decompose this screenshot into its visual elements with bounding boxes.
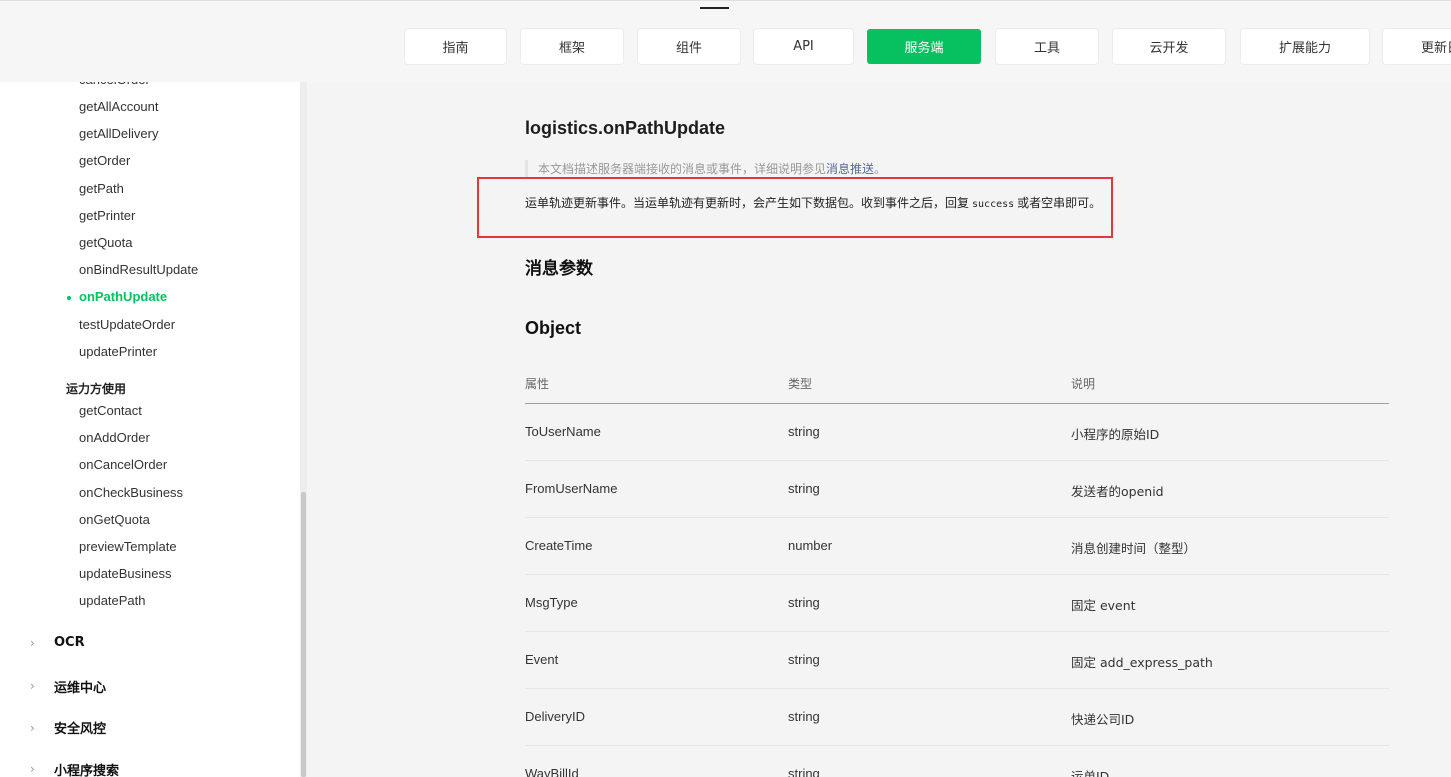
param-name: FromUserName xyxy=(525,481,618,496)
chevron-right-icon: › xyxy=(30,635,35,650)
message-push-link[interactable]: 消息推送 xyxy=(826,162,874,176)
table-row: DeliveryID string 快递公司ID xyxy=(525,689,1389,746)
params-table: 属性 类型 说明 ToUserName string 小程序的原始ID FromUse… xyxy=(525,367,1389,777)
param-desc: 消息创建时间（整型） xyxy=(1071,541,1197,556)
notice-text: 本文档描述服务器端接收的消息或事件，详细说明参见 xyxy=(538,162,827,176)
top-nav: 指南框架组件 API 服务端工具云开发扩展能力更新日 xyxy=(0,0,1451,83)
sidebar-scrollbar-thumb[interactable] xyxy=(301,492,306,777)
param-name: DeliveryID xyxy=(525,709,585,724)
sidebar-item-ongetquota[interactable]: onGetQuota xyxy=(79,512,150,527)
notice: 本文档描述服务器端接收的消息或事件，详细说明参见消息推送。 xyxy=(525,160,886,178)
table-header: 属性 类型 说明 xyxy=(525,367,1389,404)
param-type: string xyxy=(788,424,820,439)
nav-tab-7[interactable]: 扩展能力 xyxy=(1241,29,1369,64)
sidebar-item-cancelorder[interactable]: cancelOrder xyxy=(79,82,150,87)
chevron-right-icon: › xyxy=(30,679,35,693)
param-type: string xyxy=(788,709,820,724)
table-row: Event string 固定 add_express_path xyxy=(525,632,1389,689)
table-header-attr: 属性 xyxy=(525,377,550,391)
nav-tab-3[interactable]: API xyxy=(754,29,853,64)
page-title: logistics.onPathUpdate xyxy=(525,118,726,138)
nav-tab-1[interactable]: 框架 xyxy=(521,29,623,64)
sidebar-section-0[interactable]: › OCR xyxy=(30,635,85,650)
table-header-type: 类型 xyxy=(788,377,813,391)
sidebar-item-getorder[interactable]: getOrder xyxy=(79,153,130,168)
param-type: string xyxy=(788,595,820,610)
nav-tab-6[interactable]: 云开发 xyxy=(1113,29,1225,64)
sidebar-section-label: 小程序搜索 xyxy=(54,763,120,777)
param-type: string xyxy=(788,766,820,777)
param-name: MsgType xyxy=(525,595,578,610)
param-desc: 发送者的openid xyxy=(1071,484,1164,499)
sidebar-item-updatepath[interactable]: updatePath xyxy=(79,593,146,608)
section-title: 消息参数 xyxy=(525,259,593,279)
nav-tab-5[interactable]: 工具 xyxy=(996,29,1098,64)
param-desc: 小程序的原始ID xyxy=(1071,427,1160,442)
sidebar-item-getalldelivery[interactable]: getAllDelivery xyxy=(79,126,158,141)
param-type: string xyxy=(788,481,820,496)
sidebar-item-getprinter[interactable]: getPrinter xyxy=(79,208,135,223)
nav-tab-8[interactable]: 更新日 xyxy=(1383,29,1451,64)
table-header-desc: 说明 xyxy=(1071,377,1096,391)
active-item-dot xyxy=(67,296,71,301)
param-desc: 运单ID xyxy=(1071,769,1110,777)
nav-tab-2[interactable]: 组件 xyxy=(638,29,740,64)
sidebar-section-2[interactable]: › 安全风控 xyxy=(30,718,107,738)
table-row: FromUserName string 发送者的openid xyxy=(525,461,1389,518)
param-name: Event xyxy=(525,652,559,667)
sidebar-section-3[interactable]: › 小程序搜索 xyxy=(30,760,119,777)
sidebar-item-getcontact[interactable]: getContact xyxy=(79,403,142,418)
sidebar-item-onaddorder[interactable]: onAddOrder xyxy=(79,430,150,445)
sidebar-item-oncancelorder[interactable]: onCancelOrder xyxy=(79,457,167,472)
table-row: WayBillId string 运单ID xyxy=(525,746,1389,777)
param-desc: 固定 add_express_path xyxy=(1071,655,1213,670)
sidebar-section-label: 运维中心 xyxy=(54,680,107,696)
chevron-right-icon: › xyxy=(30,720,35,735)
sidebar-section-label: 安全风控 xyxy=(54,722,107,737)
nav-tab-4[interactable]: 服务端 xyxy=(867,29,981,64)
param-name: CreateTime xyxy=(525,538,593,553)
param-desc: 固定 event xyxy=(1071,598,1136,613)
param-name: ToUserName xyxy=(525,424,601,439)
param-type: string xyxy=(788,652,820,667)
sidebar-item-getquota[interactable]: getQuota xyxy=(79,235,133,250)
sidebar-item-onpathupdate[interactable]: onPathUpdate xyxy=(79,289,167,304)
sidebar-section-label: OCR xyxy=(54,635,85,650)
table-row: ToUserName string 小程序的原始ID xyxy=(525,404,1389,461)
table-body: ToUserName string 小程序的原始ID FromUserName stri… xyxy=(525,404,1389,777)
sidebar-item-updateprinter[interactable]: updatePrinter xyxy=(79,344,157,359)
sidebar: cancelOrder getAllAccount getAllDelivery g… xyxy=(0,82,300,777)
sidebar-group-label: 运力方使用 xyxy=(66,382,127,396)
sidebar-item-onbindresultupdate[interactable]: onBindResultUpdate xyxy=(79,262,198,277)
sidebar-section-1[interactable]: › 运维中心 xyxy=(30,677,106,696)
nav-tab-0[interactable]: 指南 xyxy=(405,29,506,64)
main-content: logistics.onPathUpdate 本文档描述服务器端接收的消息或事件… xyxy=(307,82,1451,777)
sidebar-item-getallaccount[interactable]: getAllAccount xyxy=(79,99,159,114)
table-row: MsgType string 固定 event xyxy=(525,575,1389,632)
sidebar-item-oncheckbusiness[interactable]: onCheckBusiness xyxy=(79,485,183,500)
top-indicator xyxy=(700,7,729,9)
param-desc: 快递公司ID xyxy=(1071,712,1135,727)
object-title: Object xyxy=(525,318,582,338)
chevron-right-icon: › xyxy=(30,762,35,776)
sidebar-item-previewtemplate[interactable]: previewTemplate xyxy=(79,539,177,554)
notice-end: 。 xyxy=(874,162,887,176)
sidebar-item-getpath[interactable]: getPath xyxy=(79,181,124,196)
sidebar-item-updatebusiness[interactable]: updateBusiness xyxy=(79,566,172,581)
param-type: number xyxy=(788,538,833,553)
highlight-box xyxy=(477,177,1113,238)
param-name: WayBillId xyxy=(525,766,579,777)
sidebar-item-testupdateorder[interactable]: testUpdateOrder xyxy=(79,317,175,332)
table-row: CreateTime number 消息创建时间（整型） xyxy=(525,518,1389,575)
